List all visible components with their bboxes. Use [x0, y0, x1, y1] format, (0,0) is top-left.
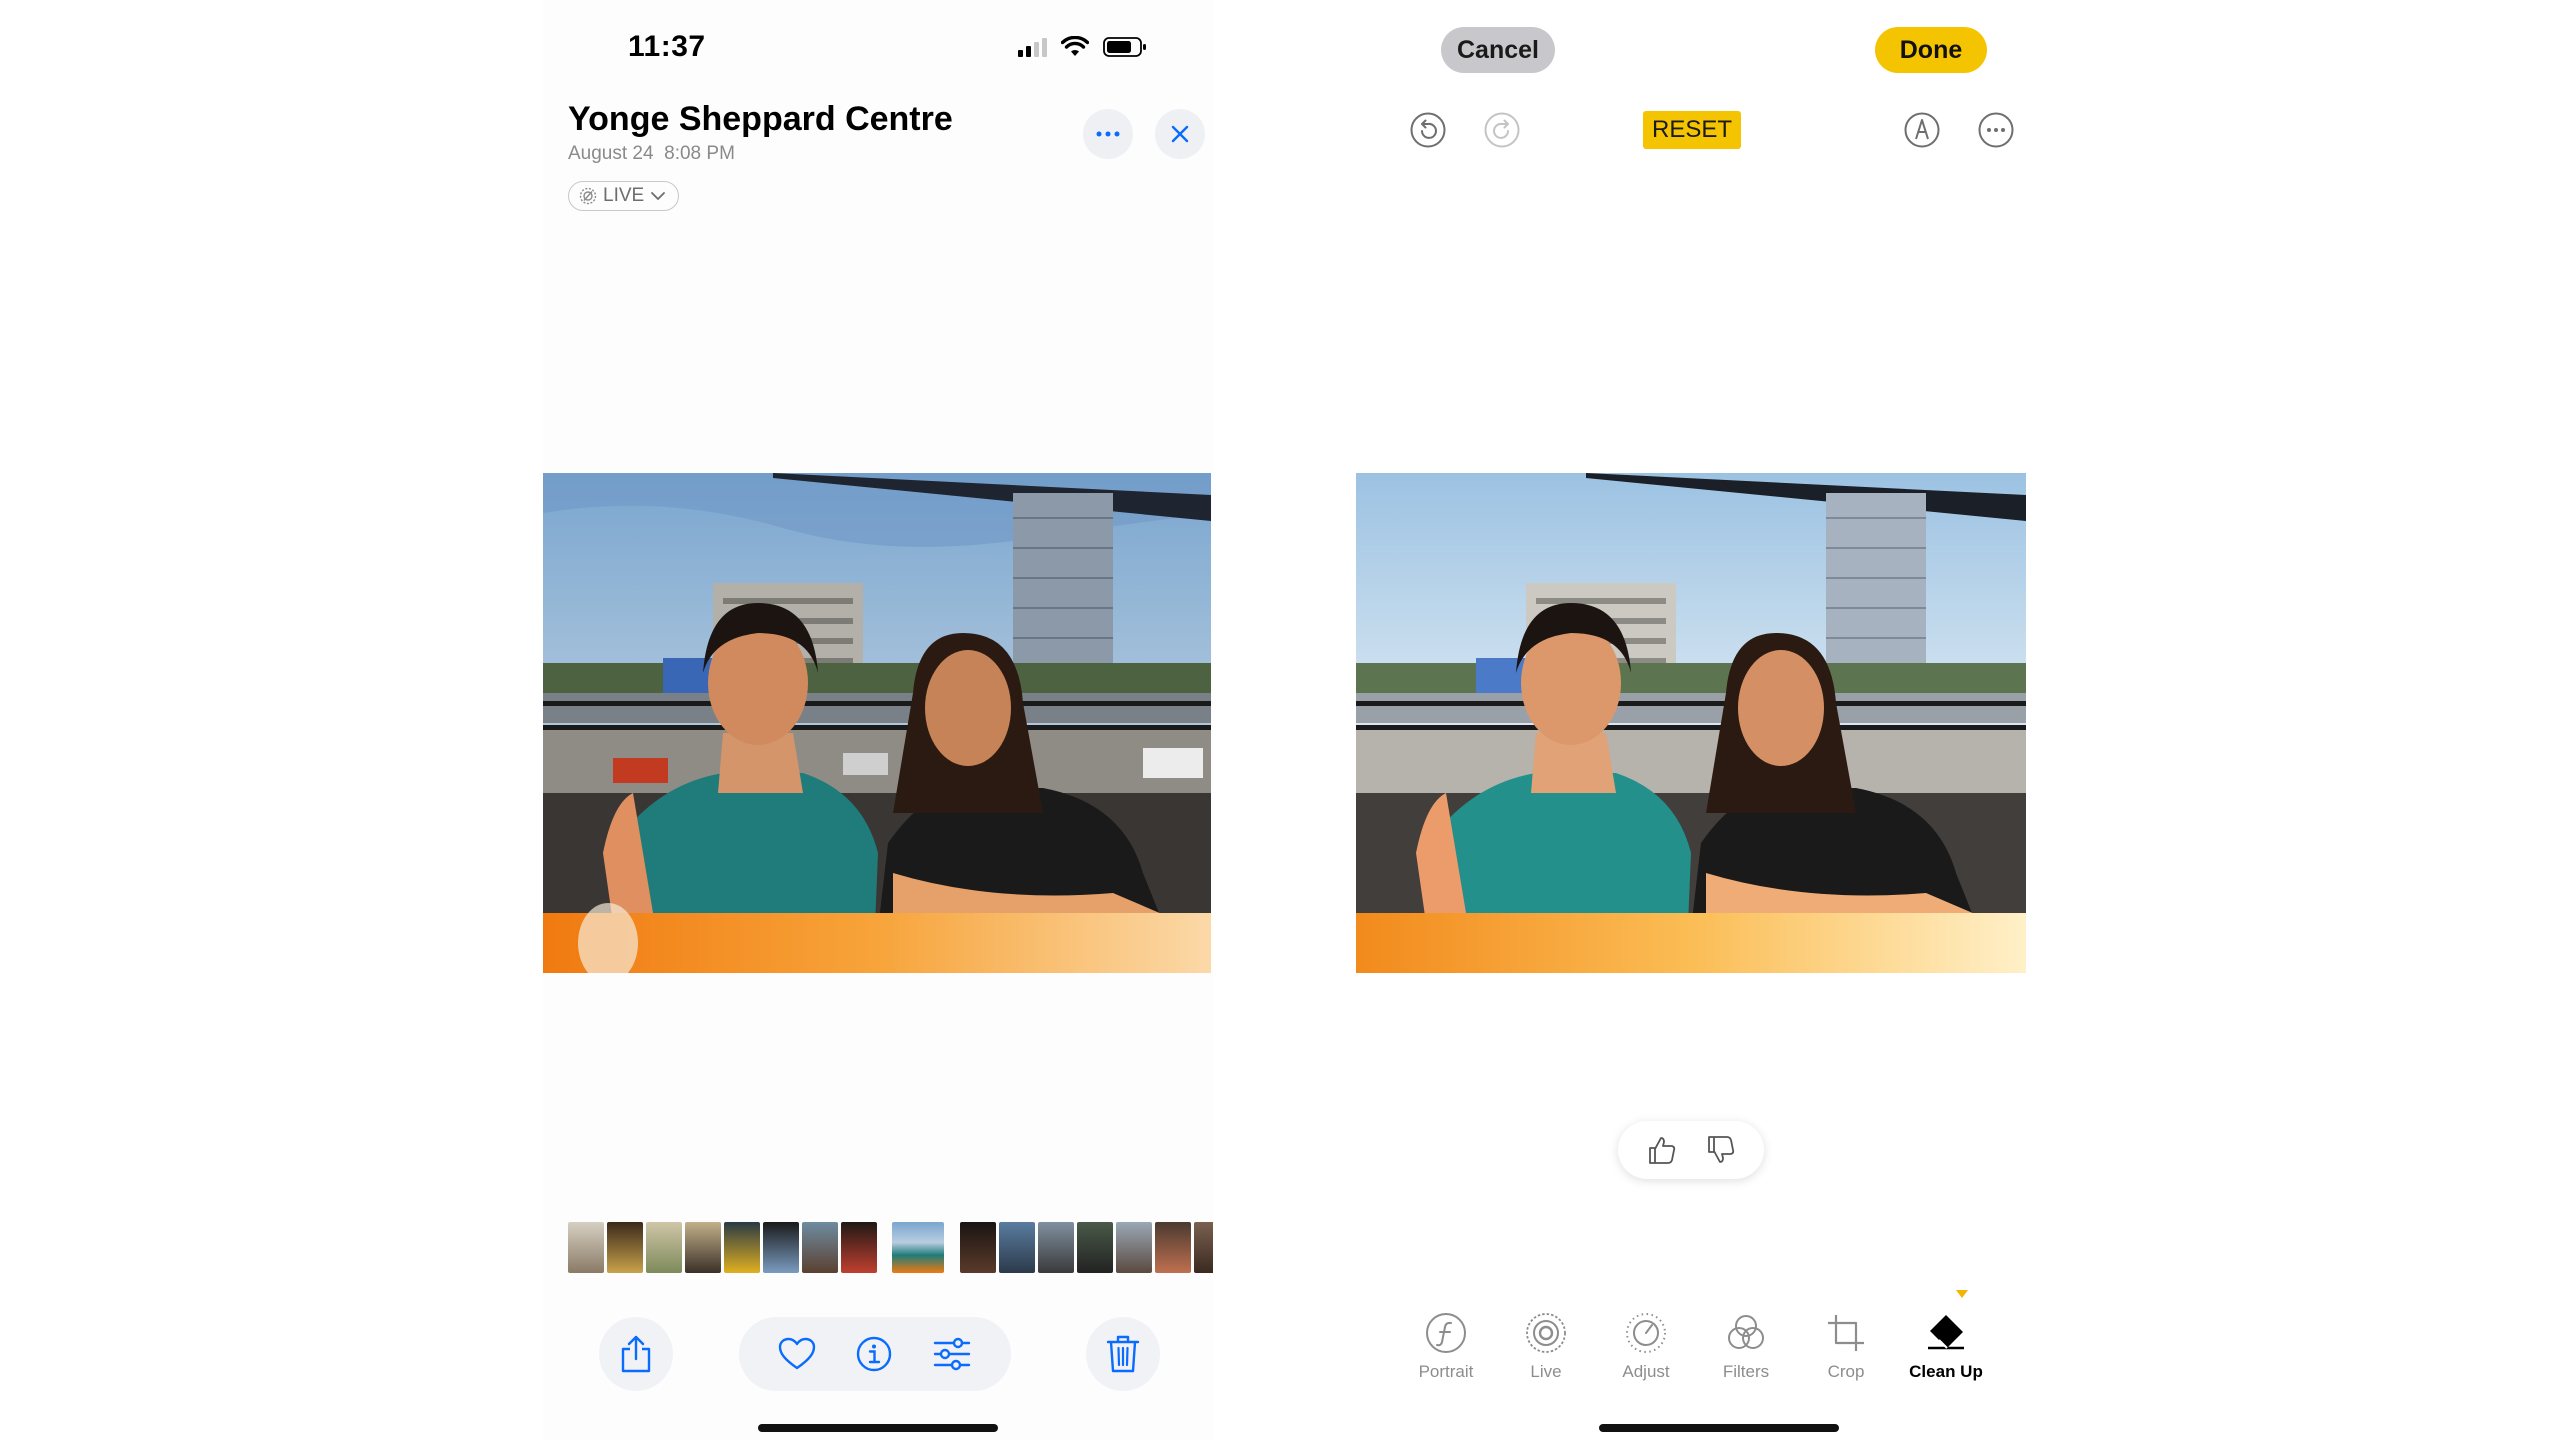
- thumbnail[interactable]: [763, 1222, 799, 1273]
- status-icons: [1018, 36, 1147, 58]
- reset-button[interactable]: RESET: [1643, 111, 1742, 149]
- adjustments-icon[interactable]: [932, 1337, 972, 1371]
- cleanup-feedback: [1618, 1121, 1764, 1179]
- thumbnail-selected[interactable]: [892, 1222, 944, 1273]
- photo-time: 8:08 PM: [664, 143, 735, 164]
- edit-tools-bar: Portrait Live Adjust Filters Crop Clean …: [1396, 1310, 1996, 1382]
- photo-date: August 24: [568, 143, 654, 164]
- thumbnail[interactable]: [646, 1222, 682, 1273]
- redo-button[interactable]: [1482, 110, 1522, 150]
- close-icon: [1171, 125, 1189, 143]
- tool-adjust[interactable]: Adjust: [1596, 1310, 1696, 1382]
- live-photo-toggle[interactable]: LIVE: [568, 181, 680, 211]
- close-button[interactable]: [1155, 109, 1205, 159]
- home-indicator: [1599, 1424, 1839, 1432]
- thumbnail-strip[interactable]: [568, 1222, 1213, 1273]
- photo-scene-edited: [1356, 473, 2026, 973]
- tool-label: Live: [1530, 1362, 1562, 1381]
- info-icon[interactable]: [855, 1335, 893, 1373]
- status-time: 11:37: [628, 30, 706, 63]
- portrait-f-icon: [1426, 1313, 1466, 1353]
- share-icon: [621, 1335, 651, 1373]
- ellipsis-icon: [1096, 131, 1120, 137]
- tool-clean-up[interactable]: Clean Up: [1896, 1310, 1996, 1382]
- tool-label: Adjust: [1622, 1362, 1670, 1381]
- photo-editor-screen: Cancel Done RESET Portrait Live Adjust F…: [1356, 0, 2026, 1440]
- thumbnail[interactable]: [841, 1222, 877, 1273]
- tool-filters[interactable]: Filters: [1696, 1310, 1796, 1382]
- home-indicator: [758, 1424, 998, 1432]
- thumbnail[interactable]: [999, 1222, 1035, 1273]
- tool-crop[interactable]: Crop: [1796, 1310, 1896, 1382]
- adjust-dial-icon: [1626, 1313, 1666, 1353]
- markup-pen-icon: [1904, 112, 1940, 148]
- thumbnail[interactable]: [607, 1222, 643, 1273]
- more-options-button[interactable]: [1083, 109, 1133, 159]
- undo-button[interactable]: [1408, 110, 1448, 150]
- live-label: LIVE: [603, 185, 645, 206]
- filters-icon: [1728, 1315, 1764, 1349]
- tool-label: Crop: [1827, 1362, 1865, 1381]
- tool-portrait[interactable]: Portrait: [1396, 1310, 1496, 1382]
- thumbs-down-icon[interactable]: [1705, 1134, 1737, 1166]
- live-icon: [1526, 1313, 1566, 1353]
- active-tool-indicator: [1956, 1290, 1968, 1298]
- tool-label: Clean Up: [1909, 1362, 1983, 1381]
- thumbnail[interactable]: [724, 1222, 760, 1273]
- done-button[interactable]: Done: [1875, 27, 1987, 73]
- ellipsis-circle-icon: [1978, 112, 2014, 148]
- share-button[interactable]: [599, 1317, 673, 1391]
- thumbnail[interactable]: [1038, 1222, 1074, 1273]
- wifi-icon: [1061, 36, 1089, 56]
- undo-icon: [1410, 112, 1446, 148]
- photo-viewer-screen: 11:37 Yonge Sheppard Centre August 24 8:…: [543, 0, 1213, 1440]
- tool-label: Filters: [1722, 1362, 1770, 1381]
- thumbnail[interactable]: [1194, 1222, 1213, 1273]
- heart-icon[interactable]: [778, 1337, 816, 1371]
- thumbnail[interactable]: [802, 1222, 838, 1273]
- thumbnail[interactable]: [1077, 1222, 1113, 1273]
- thumbnail[interactable]: [960, 1222, 996, 1273]
- photo-original[interactable]: [543, 473, 1211, 973]
- photo-actions-group: [739, 1317, 1011, 1391]
- photo-location-title: Yonge Sheppard Centre: [568, 100, 953, 138]
- photo-scene: [543, 473, 1211, 973]
- tool-label: Portrait: [1418, 1362, 1474, 1381]
- cellular-signal-icon: [1018, 37, 1047, 57]
- redo-icon: [1484, 112, 1520, 148]
- eraser-icon: [1928, 1315, 1964, 1350]
- cancel-button[interactable]: Cancel: [1441, 27, 1555, 73]
- chevron-down-icon: [651, 192, 666, 201]
- photo-timestamp: August 24 8:08 PM: [568, 143, 735, 165]
- thumbnail[interactable]: [1116, 1222, 1152, 1273]
- photo-edited[interactable]: [1356, 473, 2026, 973]
- more-edit-options-button[interactable]: [1976, 110, 2016, 150]
- thumbs-up-icon[interactable]: [1646, 1134, 1678, 1166]
- crop-icon: [1828, 1312, 1864, 1351]
- tool-live[interactable]: Live: [1496, 1310, 1596, 1382]
- markup-button[interactable]: [1902, 110, 1942, 150]
- thumbnail[interactable]: [685, 1222, 721, 1273]
- trash-icon: [1106, 1335, 1140, 1373]
- thumbnail[interactable]: [568, 1222, 604, 1273]
- thumbnail[interactable]: [1155, 1222, 1191, 1273]
- live-photo-icon: [579, 187, 597, 205]
- battery-icon: [1103, 37, 1146, 57]
- delete-button[interactable]: [1086, 1317, 1160, 1391]
